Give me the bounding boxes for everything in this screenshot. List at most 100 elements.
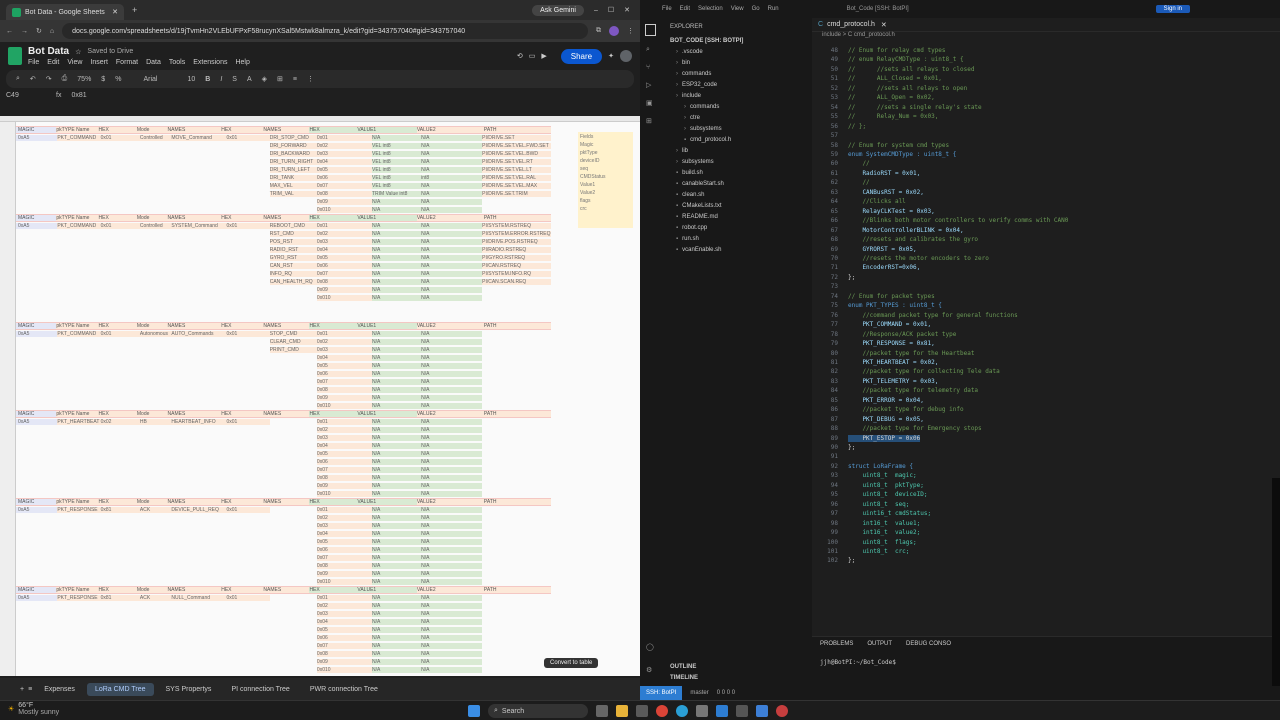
explorer-icon[interactable] xyxy=(645,24,656,36)
table-cell[interactable]: N/A xyxy=(371,443,422,449)
table-cell[interactable]: PRINT_CMD xyxy=(269,347,317,353)
code-line[interactable]: 50 // //sets all relays to closed xyxy=(812,65,1252,74)
table-cell[interactable]: N/A xyxy=(371,371,422,377)
table-cell[interactable]: N/A xyxy=(371,611,422,617)
header-cell[interactable]: VALUE1 xyxy=(357,587,417,593)
table-cell[interactable]: 0x02 xyxy=(316,339,372,345)
table-cell[interactable]: N/A xyxy=(421,451,483,457)
code-line[interactable]: 89 PKT_ESTOP = 0x06 xyxy=(812,434,1252,443)
table-cell[interactable]: 0x09 xyxy=(316,659,372,665)
table-cell[interactable]: N/A xyxy=(421,167,483,173)
code-line[interactable]: 72}; xyxy=(812,273,1252,282)
table-cell[interactable]: 0x01 xyxy=(316,331,372,337)
table-cell[interactable]: 0x07 xyxy=(316,379,372,385)
table-cell[interactable]: N/A xyxy=(371,483,422,489)
table-cell[interactable]: N/A xyxy=(371,255,422,261)
weather-widget[interactable]: ☀ 66°F Mostly sunny xyxy=(8,702,59,716)
header-cell[interactable]: Mode xyxy=(136,323,168,329)
table-cell[interactable]: N/A xyxy=(421,659,483,665)
terminal-prompt[interactable]: jjh@BotPI:~/Bot_Code$ xyxy=(820,659,1280,666)
code-line[interactable]: 62 // xyxy=(812,178,1252,187)
undo-icon[interactable]: ↶ xyxy=(30,75,36,83)
table-cell[interactable]: DRI_TANK xyxy=(269,175,317,181)
table-cell[interactable]: CLEAR_CMD xyxy=(269,339,317,345)
table-cell[interactable]: 0x01 xyxy=(316,595,372,601)
table-cell[interactable]: N/A xyxy=(371,627,422,633)
table-cell[interactable]: 0x03 xyxy=(316,239,372,245)
table-cell[interactable]: INFO_RQ xyxy=(269,271,317,277)
convert-to-table-button[interactable]: Convert to table xyxy=(544,658,599,668)
header-cell[interactable]: MAGIC xyxy=(16,323,57,329)
table-cell[interactable]: PI/DRIVE.SET xyxy=(482,135,551,141)
text-color-icon[interactable]: A xyxy=(247,76,252,83)
table-cell[interactable]: N/A xyxy=(421,459,483,465)
code-line[interactable]: 102}; xyxy=(812,556,1252,565)
table-cell[interactable]: POS_RST xyxy=(269,239,317,245)
code-line[interactable]: 76 //command packet type for general fun… xyxy=(812,311,1252,320)
settings-icon[interactable] xyxy=(696,705,708,717)
file-tree-item[interactable]: ▪ robot.cpp xyxy=(662,222,812,233)
code-line[interactable]: 90}; xyxy=(812,443,1252,452)
breadcrumb[interactable]: include > C cmd_protocol.h xyxy=(812,32,1280,42)
header-cell[interactable]: HEX xyxy=(309,587,358,593)
table-cell[interactable]: VEL int8 xyxy=(371,151,422,157)
header-cell[interactable]: Mode xyxy=(136,127,168,133)
table-cell[interactable]: Controlled xyxy=(139,135,172,141)
vscode-menu-item[interactable]: View xyxy=(731,6,744,12)
table-cell[interactable]: MOVE_Command xyxy=(171,135,227,141)
code-line[interactable]: 48 // Enum for relay cmd types xyxy=(812,46,1252,55)
header-cell[interactable]: MAGIC xyxy=(16,411,57,417)
table-cell[interactable]: PKT_RESPONSE xyxy=(57,595,101,601)
code-line[interactable]: 49 // enum RelayCMDType : uint8_t { xyxy=(812,55,1252,64)
table-cell[interactable]: 0x03 xyxy=(316,151,372,157)
remote-indicator[interactable]: SSH: BotPI xyxy=(640,686,683,700)
code-line[interactable]: 64 //Clicks all xyxy=(812,197,1252,206)
table-cell[interactable]: N/A xyxy=(371,295,422,301)
sign-in-button[interactable]: Sign in xyxy=(1155,5,1190,13)
table-cell[interactable]: 0x01 xyxy=(100,223,140,229)
table-cell[interactable]: N/A xyxy=(371,135,422,141)
table-cell[interactable]: 0x04 xyxy=(316,619,372,625)
vscode-menu-item[interactable]: File xyxy=(662,6,672,12)
table-cell[interactable]: 0x07 xyxy=(316,467,372,473)
table-cell[interactable]: PKT_COMMAND xyxy=(57,135,101,141)
header-cell[interactable]: VALUE1 xyxy=(357,411,417,417)
editor-tab[interactable]: C cmd_protocol.h ✕ xyxy=(812,18,1280,32)
back-icon[interactable]: ← xyxy=(6,28,13,35)
file-tree-item[interactable]: › ESP32_code xyxy=(662,79,812,90)
app-icon[interactable] xyxy=(736,705,748,717)
file-tree-item[interactable]: ▪ clean.sh xyxy=(662,189,812,200)
table-cell[interactable]: N/A xyxy=(371,287,422,293)
table-cell[interactable]: 0x04 xyxy=(316,159,372,165)
table-cell[interactable]: N/A xyxy=(421,331,483,337)
table-cell[interactable]: N/A xyxy=(371,451,422,457)
header-cell[interactable]: VALUE2 xyxy=(416,411,484,417)
table-cell[interactable]: PI/CAN.SCAN.REQ xyxy=(482,279,551,285)
table-cell[interactable]: DRI_BACKWARD xyxy=(269,151,317,157)
table-cell[interactable]: N/A xyxy=(421,635,483,641)
table-cell[interactable]: 0x01 xyxy=(226,135,270,141)
code-line[interactable]: 84 //packet type for telemetry data xyxy=(812,386,1252,395)
fill-color-icon[interactable]: ◈ xyxy=(262,75,267,83)
fields-item[interactable]: seq xyxy=(580,166,631,174)
code-line[interactable]: 58 // Enum for system cmd types xyxy=(812,141,1252,150)
photos-icon[interactable] xyxy=(756,705,768,717)
explorer-root[interactable]: BOT_CODE [SSH: BOTPI] xyxy=(662,36,812,46)
account-icon[interactable]: ◯ xyxy=(646,643,654,651)
url-input[interactable]: docs.google.com/spreadsheets/d/19jTvmHn2… xyxy=(62,23,588,39)
table-cell[interactable]: N/A xyxy=(371,515,422,521)
table-cell[interactable]: 0x01 xyxy=(316,507,372,513)
table-cell[interactable]: 0x08 xyxy=(316,387,372,393)
code-line[interactable]: 69 GYRORST = 0x05, xyxy=(812,245,1252,254)
fields-item[interactable]: Value1 xyxy=(580,182,631,190)
table-cell[interactable]: 0x09 xyxy=(316,395,372,401)
code-line[interactable]: 61 RadioRST = 0x01, xyxy=(812,169,1252,178)
header-cell[interactable]: HEX xyxy=(98,323,137,329)
table-cell[interactable]: 0xA5 xyxy=(16,331,58,337)
table-cell[interactable]: HB xyxy=(139,419,172,425)
table-cell[interactable]: 0x02 xyxy=(316,603,372,609)
table-cell[interactable]: N/A xyxy=(371,419,422,425)
table-cell[interactable]: 0x04 xyxy=(316,443,372,449)
header-cell[interactable]: HEX xyxy=(98,499,137,505)
bold-icon[interactable]: B xyxy=(205,76,210,83)
